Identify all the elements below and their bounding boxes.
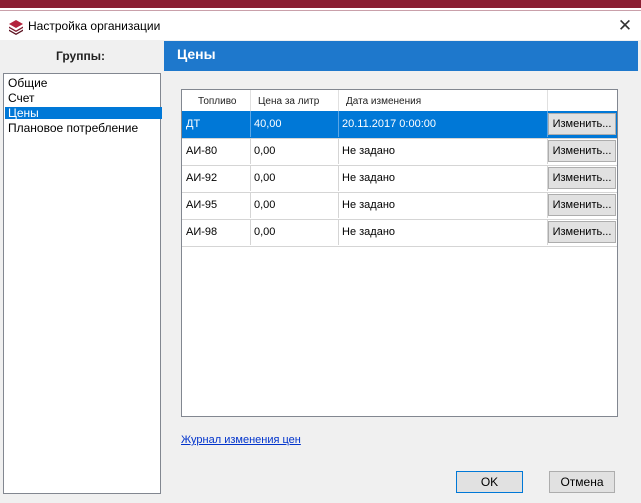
date-cell: Не задано <box>342 199 396 211</box>
date-cell: Не задано <box>342 226 396 238</box>
edit-price-button[interactable]: Изменить... <box>548 140 616 162</box>
section-header-bar <box>164 41 638 71</box>
sidebar-item-account[interactable]: Счет <box>5 92 162 104</box>
price-cell: 0,00 <box>254 199 276 211</box>
groups-header: Группы: <box>56 49 105 63</box>
column-divider <box>547 90 548 111</box>
app-stack-icon <box>8 19 24 35</box>
cell-divider <box>250 165 251 191</box>
close-icon[interactable]: ✕ <box>612 15 638 37</box>
column-divider <box>250 90 251 111</box>
table-header: Топливо Цена за литр Дата изменения <box>182 90 617 112</box>
fuel-cell: АИ-95 <box>186 199 218 211</box>
groups-list[interactable]: Общие Счет Цены Плановое потребление <box>3 73 162 494</box>
sidebar-item-planned-consumption[interactable]: Плановое потребление <box>5 122 162 134</box>
price-cell: 0,00 <box>254 172 276 184</box>
fuel-cell: АИ-80 <box>186 145 218 157</box>
window-top-stripe <box>0 0 641 8</box>
cell-divider <box>338 165 339 191</box>
date-cell: 20.11.2017 0:00:00 <box>342 118 436 130</box>
price-cell: 0,00 <box>254 226 276 238</box>
price-cell: 40,00 <box>254 118 282 130</box>
fuel-cell: ДТ <box>186 118 201 130</box>
price-history-link[interactable]: Журнал изменения цен <box>181 434 301 446</box>
cell-divider <box>338 111 339 137</box>
cell-divider <box>250 138 251 164</box>
edit-price-button[interactable]: Изменить... <box>548 194 616 216</box>
date-cell: Не задано <box>342 145 396 157</box>
price-cell: 0,00 <box>254 145 276 157</box>
column-header-price: Цена за литр <box>258 96 320 107</box>
table-row[interactable]: АИ-80 0,00 Не задано Изменить... <box>182 138 617 166</box>
edit-price-button[interactable]: Изменить... <box>548 221 616 243</box>
window-top-stripe-edge <box>0 8 641 11</box>
ok-button[interactable]: OK <box>456 471 523 493</box>
section-title: Цены <box>177 46 216 62</box>
window-title: Настройка организации <box>28 19 161 33</box>
sidebar-item-general[interactable]: Общие <box>5 77 162 89</box>
table-row[interactable]: АИ-92 0,00 Не задано Изменить... <box>182 165 617 193</box>
cancel-button[interactable]: Отмена <box>549 471 615 493</box>
edit-price-button[interactable]: Изменить... <box>548 113 616 135</box>
edit-price-button[interactable]: Изменить... <box>548 167 616 189</box>
title-bar: Настройка организации ✕ <box>0 12 641 40</box>
fuel-cell: АИ-92 <box>186 172 218 184</box>
fuel-cell: АИ-98 <box>186 226 218 238</box>
cell-divider <box>338 219 339 245</box>
cell-divider <box>250 192 251 218</box>
date-cell: Не задано <box>342 172 396 184</box>
cell-divider <box>338 192 339 218</box>
table-row[interactable]: АИ-95 0,00 Не задано Изменить... <box>182 192 617 220</box>
cell-divider <box>250 111 251 137</box>
table-row[interactable]: АИ-98 0,00 Не задано Изменить... <box>182 219 617 247</box>
column-header-date: Дата изменения <box>346 96 422 107</box>
table-row[interactable]: ДТ 40,00 20.11.2017 0:00:00 Изменить... <box>182 111 617 139</box>
cell-divider <box>250 219 251 245</box>
column-divider <box>338 90 339 111</box>
prices-table[interactable]: Топливо Цена за литр Дата изменения ДТ 4… <box>181 89 618 417</box>
column-header-fuel: Топливо <box>198 96 237 107</box>
cell-divider <box>338 138 339 164</box>
sidebar-item-prices[interactable]: Цены <box>5 107 162 119</box>
